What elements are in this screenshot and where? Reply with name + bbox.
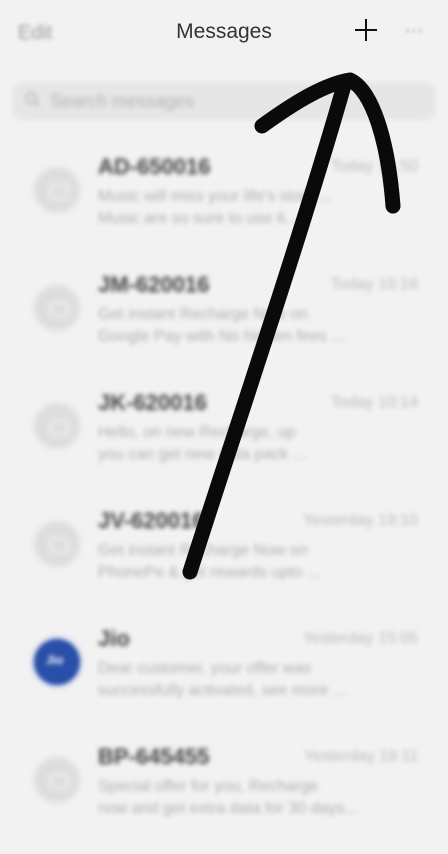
message-preview: Get instant Recharge Now on Google Pay wi… <box>98 306 345 345</box>
avatar <box>34 167 80 213</box>
jio-logo: Jio <box>46 653 64 667</box>
message-preview: Special offer for you, Recharge now and g… <box>98 778 358 817</box>
timestamp: Yesterday 15:05 <box>302 630 418 647</box>
avatar <box>34 403 80 449</box>
search-input[interactable]: Search messages <box>50 91 194 112</box>
sender-name: AD-650016 <box>98 154 211 179</box>
conversation-row[interactable]: Jio Jio Yesterday 15:05 Dear customer, y… <box>0 612 448 730</box>
timestamp: Today 15:50 <box>330 158 418 175</box>
timestamp: Yesterday 19:11 <box>304 748 418 765</box>
new-message-button[interactable] <box>352 16 380 44</box>
conversation-row[interactable]: JV-620016 Yesterday 19:10 Get instant Re… <box>0 494 448 612</box>
timestamp: Today 10:14 <box>330 394 418 411</box>
jio-avatar: Jio <box>34 639 80 685</box>
message-preview: Dear customer, your offer was successfull… <box>98 660 347 699</box>
message-icon <box>49 302 69 317</box>
sender-name: JK-620016 <box>98 390 207 415</box>
timestamp: Today 15:16 <box>330 276 418 293</box>
sender-name: Jio <box>98 626 130 651</box>
search-icon <box>25 92 40 107</box>
message-preview: Hello, on new Recharge, up you can get ne… <box>98 424 307 463</box>
sender-name: BP-645455 <box>98 744 210 769</box>
timestamp: Yesterday 19:10 <box>302 512 418 529</box>
sender-name: JV-620016 <box>98 508 205 533</box>
message-preview: Music will miss your life's story ... Mus… <box>98 188 333 227</box>
message-preview: Get instant Recharge Now on PhonePe & get… <box>98 542 321 581</box>
message-icon <box>49 774 69 789</box>
search-bar[interactable]: Search messages <box>12 82 436 120</box>
more-options-button[interactable]: ··· <box>404 17 424 43</box>
conversation-row[interactable]: BP-645455 Yesterday 19:11 Special offer … <box>0 730 448 848</box>
avatar <box>34 757 80 803</box>
conversation-row[interactable]: AD-650016 Today 15:50 Music will miss yo… <box>0 140 448 258</box>
message-icon <box>49 184 69 199</box>
sender-name: JM-620016 <box>98 272 210 297</box>
message-icon <box>49 538 69 553</box>
avatar <box>34 285 80 331</box>
avatar <box>34 521 80 567</box>
conversation-row[interactable]: JM-620016 Today 15:16 Get instant Rechar… <box>0 258 448 376</box>
page-title: Messages <box>176 20 272 43</box>
top-bar: Edit Messages ··· <box>0 0 448 70</box>
message-icon <box>49 420 69 435</box>
conversation-row[interactable]: JK-620016 Today 10:14 Hello, on new Rech… <box>0 376 448 494</box>
